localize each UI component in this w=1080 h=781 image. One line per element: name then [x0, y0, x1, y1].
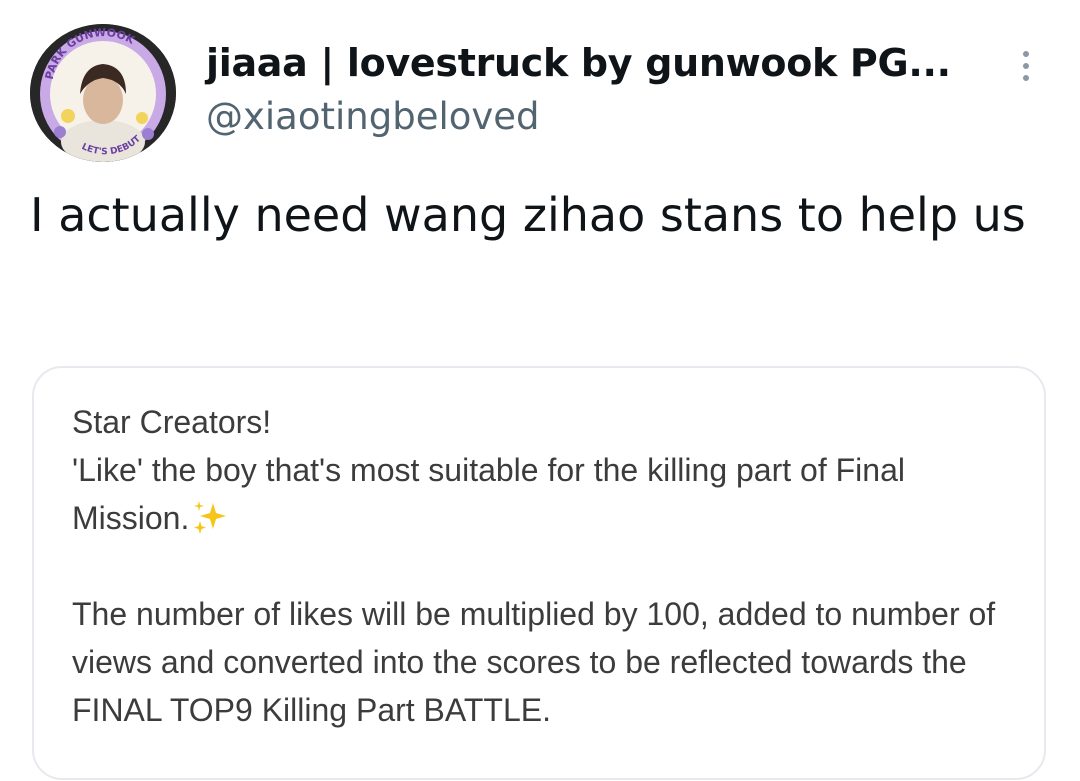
quote-paragraph-2: The number of likes will be multiplied b… — [72, 596, 996, 728]
profile-avatar[interactable]: PARK GUNWOOK LET'S DEBUT — [30, 24, 176, 162]
quoted-content-body: Star Creators! 'Like' the boy that's mos… — [72, 398, 1022, 734]
more-options-button[interactable] — [1004, 44, 1048, 88]
tweet: PARK GUNWOOK LET'S DEBUT jiaaa | lovestr… — [0, 0, 1080, 781]
quoted-content-card[interactable]: Star Creators! 'Like' the boy that's mos… — [32, 366, 1046, 780]
avatar-image: PARK GUNWOOK LET'S DEBUT — [30, 24, 176, 162]
more-vertical-icon — [1023, 75, 1029, 81]
quote-line-2: 'Like' the boy that's most suitable for … — [72, 446, 1022, 542]
quote-line-1: Star Creators! — [72, 404, 272, 440]
more-vertical-icon — [1023, 51, 1029, 57]
author-display-name[interactable]: jiaaa | lovestruck by gunwook PG... — [206, 38, 951, 88]
sparkles-icon — [194, 501, 227, 534]
tweet-text: I actually need wang zihao stans to help… — [30, 188, 1026, 242]
author-handle[interactable]: @xiaotingbeloved — [206, 92, 540, 142]
more-vertical-icon — [1023, 63, 1029, 69]
